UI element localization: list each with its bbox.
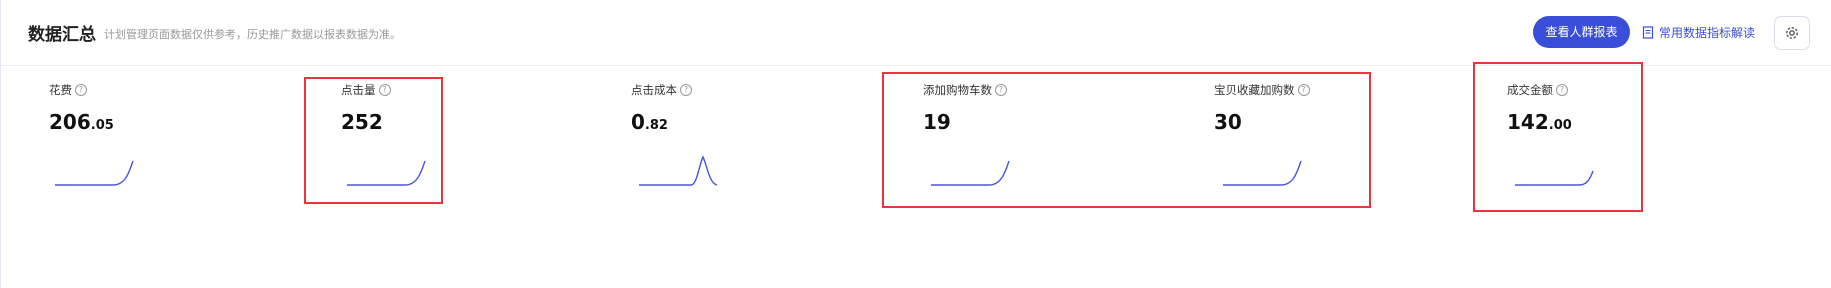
view-audience-report-button[interactable]: 查看人群报表 (1533, 16, 1630, 48)
metric-label: 花费 (49, 83, 72, 97)
metric-docs-link-label[interactable]: 常用数据指标解读 (1659, 24, 1755, 41)
data-summary-panel: 数据汇总 计划管理页面数据仅供参考，历史推广数据以报表数据为准。 查看人群报表 … (0, 0, 1831, 288)
metric-value: 206.05 (49, 110, 114, 134)
highlight-box-cart-metrics (882, 72, 1371, 208)
metric-spend: 花费 ? 206.05 (49, 82, 114, 134)
highlight-box-transaction (1473, 62, 1643, 212)
metric-label: 点击成本 (631, 83, 677, 97)
help-icon[interactable]: ? (680, 84, 692, 96)
highlight-box-clicks (304, 77, 443, 204)
document-icon (1642, 25, 1654, 39)
metric-value: 0.82 (631, 110, 668, 134)
settings-button[interactable] (1774, 16, 1810, 50)
cost-per-click-sparkline (639, 155, 718, 186)
help-icon[interactable]: ? (75, 84, 87, 96)
page-subtitle: 计划管理页面数据仅供参考，历史推广数据以报表数据为准。 (104, 28, 401, 41)
gear-icon (1786, 27, 1798, 39)
spend-sparkline (55, 160, 134, 186)
metric-docs-link[interactable]: 常用数据指标解读 (1642, 23, 1755, 41)
metric-cost-per-click: 点击成本 ? 0.82 (631, 82, 692, 134)
summary-header: 数据汇总 计划管理页面数据仅供参考，历史推广数据以报表数据为准。 查看人群报表 … (1, 0, 1831, 66)
page-title: 数据汇总 (28, 25, 96, 45)
